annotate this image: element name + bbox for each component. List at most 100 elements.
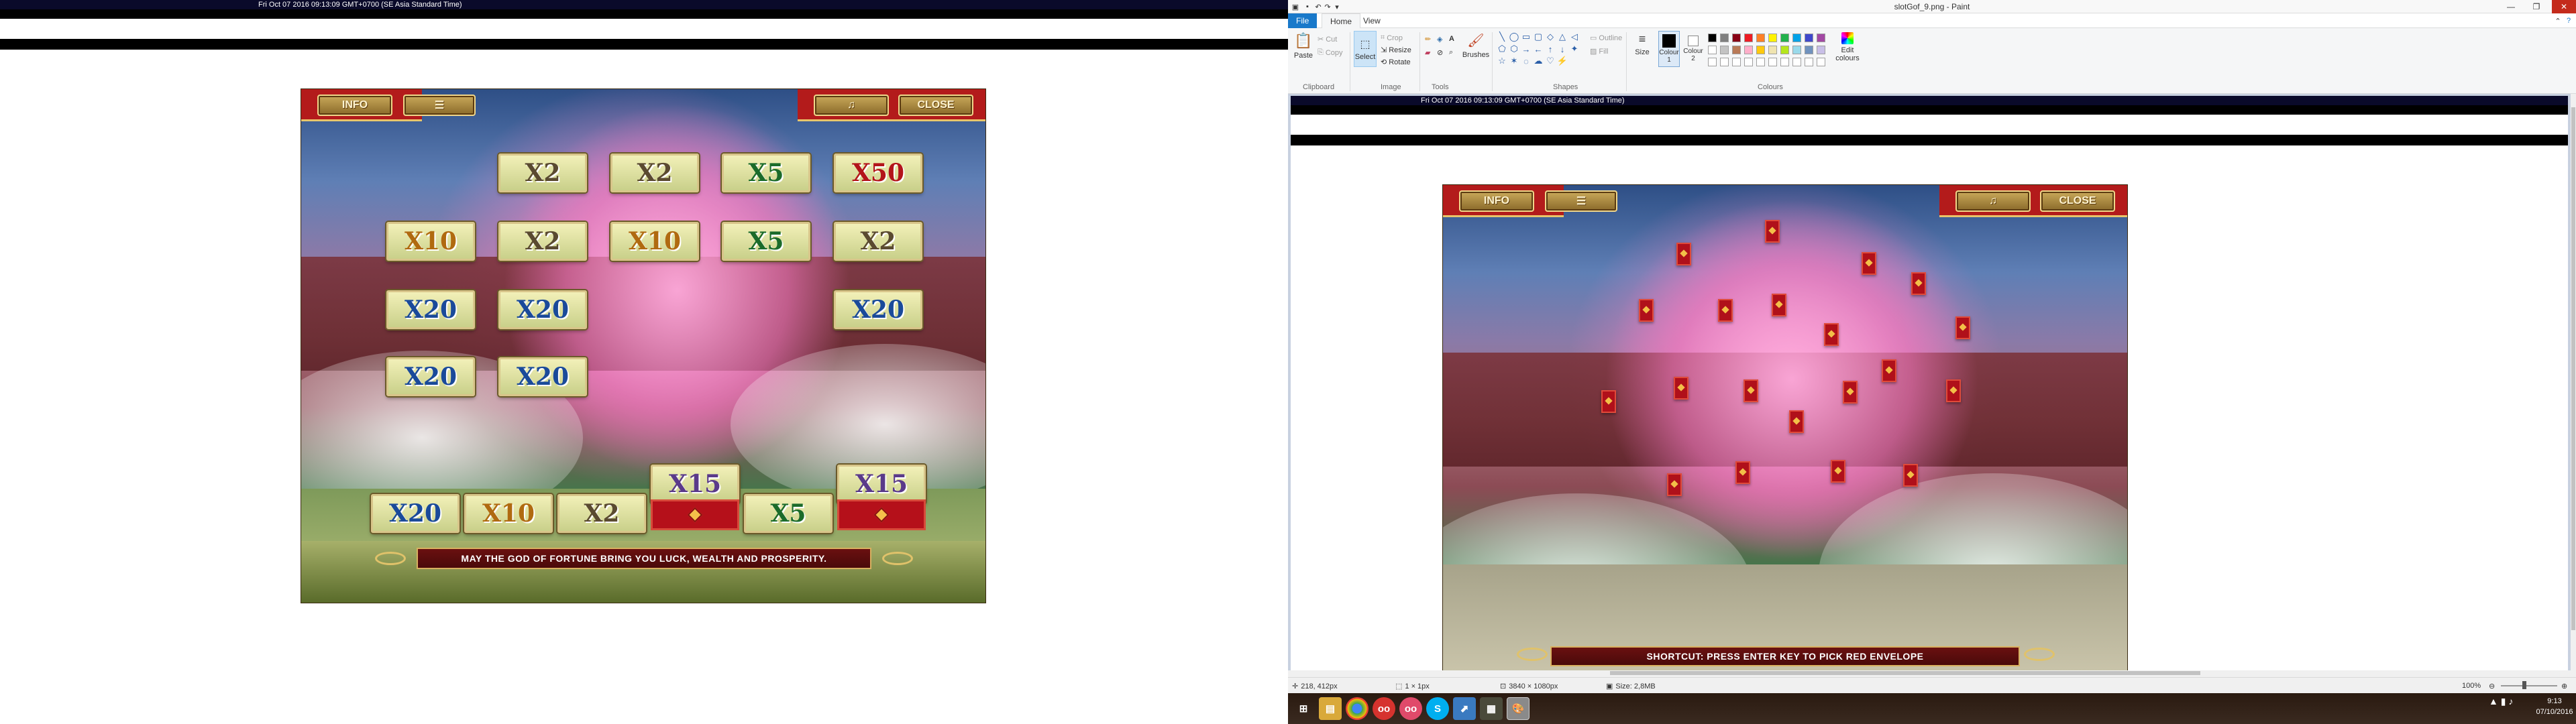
colour-swatch[interactable] xyxy=(1817,34,1825,42)
skype-icon[interactable]: S xyxy=(1426,697,1449,720)
sound-button[interactable]: ♫ xyxy=(1955,190,2031,212)
colour-swatch[interactable] xyxy=(1805,34,1813,42)
paint-icon[interactable]: 🎨 xyxy=(1507,697,1529,720)
red-envelope[interactable] xyxy=(1831,460,1845,483)
crop-button[interactable]: ⌗ Crop xyxy=(1381,34,1403,42)
red-envelope-tile[interactable] xyxy=(651,499,739,530)
red-envelope[interactable] xyxy=(1789,410,1804,433)
red-envelope[interactable] xyxy=(1601,390,1616,413)
zoom-slider[interactable] xyxy=(2501,685,2557,686)
zoom-out-button[interactable]: ⊖ xyxy=(2489,682,2495,690)
right-triangle-shape-icon[interactable]: ◁ xyxy=(1570,32,1579,42)
custom-colour-swatch[interactable] xyxy=(1792,58,1801,66)
lightning-shape-icon[interactable]: ⚡ xyxy=(1557,56,1568,66)
info-button[interactable]: INFO xyxy=(317,95,392,116)
minimize-icon[interactable]: — xyxy=(2501,0,2521,13)
custom-colour-swatch[interactable] xyxy=(1805,58,1813,66)
close-button[interactable]: CLOSE xyxy=(898,95,973,116)
start-icon[interactable]: ⊞ xyxy=(1292,697,1315,720)
colour-swatch[interactable] xyxy=(1805,46,1813,54)
magnifier-tool[interactable]: ⌕ xyxy=(1449,48,1453,57)
red-envelope[interactable] xyxy=(1903,464,1918,487)
help-icon[interactable]: ? xyxy=(2564,16,2573,25)
tab-view[interactable]: View xyxy=(1355,13,1389,28)
colour2-button[interactable]: Colour 2 xyxy=(1682,31,1704,67)
paytable-button[interactable]: ☰ xyxy=(1545,190,1617,212)
colour-swatch[interactable] xyxy=(1817,46,1825,54)
colour-swatch[interactable] xyxy=(1756,46,1765,54)
restore-icon[interactable]: ❐ xyxy=(2526,0,2546,13)
tab-file[interactable]: File xyxy=(1288,13,1318,28)
collapse-ribbon-icon[interactable]: ⌃ xyxy=(2553,16,2563,25)
app-red2-icon[interactable]: oo xyxy=(1399,697,1422,720)
colour1-button[interactable]: Colour 1 xyxy=(1658,31,1680,67)
image-canvas[interactable]: Fri Oct 07 2016 09:13:09 GMT+0700 (SE As… xyxy=(1291,96,2568,670)
red-envelope[interactable] xyxy=(1955,316,1970,339)
red-envelope[interactable] xyxy=(1718,299,1733,322)
colour-swatch[interactable] xyxy=(1744,46,1753,54)
text-tool[interactable]: A xyxy=(1449,35,1454,43)
red-envelope[interactable] xyxy=(1843,381,1858,404)
custom-colour-swatch[interactable] xyxy=(1720,58,1729,66)
clock[interactable]: 9:13 07/10/2016 xyxy=(2536,696,2573,717)
five-point-star-shape-icon[interactable]: ☆ xyxy=(1497,56,1507,66)
red-envelope[interactable] xyxy=(1882,359,1896,382)
brushes-button[interactable]: 🖌 Brushes xyxy=(1462,32,1489,59)
edit-colours-button[interactable]: Edit colours xyxy=(1834,32,1861,62)
cut-button[interactable]: ✂ Cut xyxy=(1318,35,1337,44)
app-red-icon[interactable]: oo xyxy=(1373,697,1395,720)
custom-colour-swatch[interactable] xyxy=(1817,58,1825,66)
custom-colour-swatch[interactable] xyxy=(1756,58,1765,66)
callout-shape-icon[interactable]: ◌ xyxy=(1521,56,1531,66)
app-blue-icon[interactable]: ⬈ xyxy=(1453,697,1476,720)
copy-button[interactable]: ⎘ Copy xyxy=(1318,48,1343,57)
hexagon-shape-icon[interactable]: ⬡ xyxy=(1509,44,1519,54)
arrow-up-shape-icon[interactable]: ↑ xyxy=(1546,44,1555,54)
colour-swatch[interactable] xyxy=(1732,34,1741,42)
red-envelope[interactable] xyxy=(1772,294,1786,316)
colour-swatch[interactable] xyxy=(1720,34,1729,42)
sound-button[interactable]: ♫ xyxy=(814,95,889,116)
fill-tool[interactable]: ◈ xyxy=(1437,35,1442,44)
colour-swatch[interactable] xyxy=(1768,34,1777,42)
paytable-button[interactable]: ☰ xyxy=(403,95,476,116)
app-dark-icon[interactable]: ▦ xyxy=(1480,697,1503,720)
chrome-icon[interactable] xyxy=(1346,697,1368,720)
red-envelope[interactable] xyxy=(1639,299,1654,322)
colour-swatch[interactable] xyxy=(1732,46,1741,54)
rectangle-shape-icon[interactable]: ▭ xyxy=(1521,32,1531,42)
colour-swatch[interactable] xyxy=(1708,34,1717,42)
horizontal-scrollbar[interactable] xyxy=(1288,670,2571,676)
diamond-shape-icon[interactable]: ◇ xyxy=(1546,32,1555,42)
custom-colour-swatch[interactable] xyxy=(1768,58,1777,66)
custom-colour-swatch[interactable] xyxy=(1780,58,1789,66)
arrow-left-shape-icon[interactable]: ← xyxy=(1534,44,1543,54)
rotate-button[interactable]: ⟲ Rotate xyxy=(1381,58,1411,67)
four-point-star-shape-icon[interactable]: ✦ xyxy=(1570,44,1579,54)
red-envelope[interactable] xyxy=(1946,379,1961,402)
red-envelope[interactable] xyxy=(1676,243,1691,265)
colour-swatch[interactable] xyxy=(1708,46,1717,54)
colour-swatch[interactable] xyxy=(1792,46,1801,54)
custom-colour-swatch[interactable] xyxy=(1744,58,1753,66)
colour-swatch[interactable] xyxy=(1780,34,1789,42)
red-envelope[interactable] xyxy=(1667,473,1682,496)
colour-swatch[interactable] xyxy=(1720,46,1729,54)
vertical-scroll-thumb[interactable] xyxy=(2571,107,2575,630)
red-envelope[interactable] xyxy=(1735,461,1750,484)
paste-button[interactable]: 📋 Paste xyxy=(1293,32,1313,60)
resize-button[interactable]: ⇲ Resize xyxy=(1381,46,1411,55)
colour-swatch[interactable] xyxy=(1768,46,1777,54)
size-button[interactable]: ≡ Size xyxy=(1630,32,1654,56)
pencil-tool[interactable]: ✏ xyxy=(1425,35,1431,44)
colour-swatch[interactable] xyxy=(1756,34,1765,42)
red-envelope[interactable] xyxy=(1674,377,1688,400)
line-shape-icon[interactable]: ╲ xyxy=(1497,32,1507,42)
red-envelope[interactable] xyxy=(1743,379,1758,402)
zoom-slider-thumb[interactable] xyxy=(2522,681,2526,689)
custom-colour-swatch[interactable] xyxy=(1708,58,1717,66)
select-button[interactable]: ⬚ Select xyxy=(1354,31,1377,67)
pentagon-shape-icon[interactable]: ⬠ xyxy=(1497,44,1507,54)
colour-swatch[interactable] xyxy=(1780,46,1789,54)
zoom-in-button[interactable]: ⊕ xyxy=(2561,682,2567,690)
